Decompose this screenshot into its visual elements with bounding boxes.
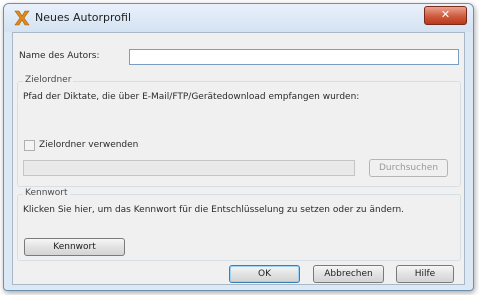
use-target-folder-label[interactable]: Zielordner verwenden	[39, 140, 138, 150]
use-target-folder-checkbox[interactable]	[24, 140, 35, 151]
target-folder-group: Zielordner Pfad der Diktate, die über E-…	[17, 75, 461, 187]
close-button[interactable]: ✕	[424, 6, 467, 25]
help-button[interactable]: Hilfe	[396, 265, 454, 283]
browse-button[interactable]: Durchsuchen	[369, 159, 448, 177]
dictation-x-icon	[14, 10, 30, 26]
close-icon: ✕	[440, 8, 451, 21]
dialog-body: Name des Autors: Zielordner Pfad der Dik…	[12, 32, 465, 285]
cancel-button[interactable]: Abbrechen	[313, 265, 384, 283]
window-title: Neues Autorprofil	[35, 11, 132, 24]
ok-button[interactable]: OK	[229, 265, 300, 283]
target-folder-legend: Zielordner	[23, 75, 74, 85]
password-button[interactable]: Kennwort	[24, 238, 125, 256]
password-description: Klicken Sie hier, um das Kennwort für di…	[23, 205, 405, 215]
author-name-input[interactable]	[129, 49, 459, 65]
target-folder-description: Pfad der Diktate, die über E-Mail/FTP/Ge…	[23, 92, 360, 102]
title-bar[interactable]: Neues Autorprofil ✕	[4, 4, 473, 32]
dialog-window: Neues Autorprofil ✕ Name des Autors: Zie…	[3, 3, 474, 291]
target-folder-path-input[interactable]	[23, 160, 355, 176]
password-legend: Kennwort	[23, 188, 70, 198]
password-group: Kennwort Klicken Sie hier, um das Kennwo…	[17, 188, 461, 261]
author-name-label: Name des Autors:	[19, 51, 100, 61]
